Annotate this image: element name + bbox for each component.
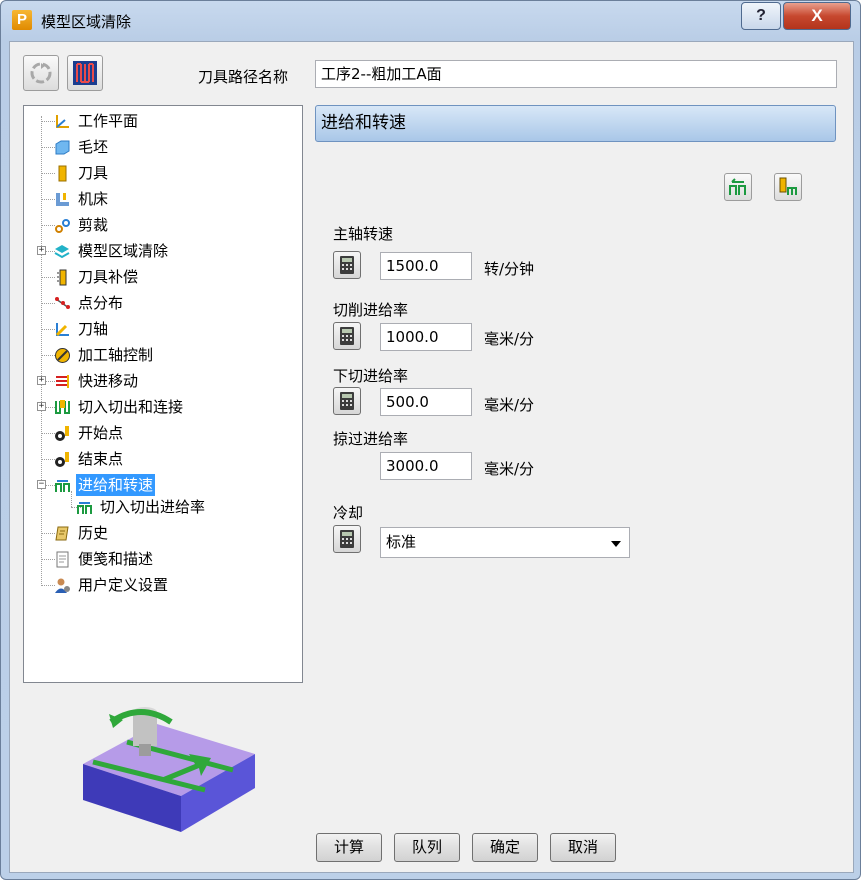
calculator-icon[interactable]	[333, 322, 361, 350]
tree-item-feeds-speeds[interactable]: 进给和转速	[54, 474, 156, 496]
user-settings-icon	[54, 577, 71, 594]
tree-item-axis-control[interactable]: 加工轴控制	[54, 344, 155, 366]
window-title: 模型区域清除	[41, 13, 132, 31]
section-header: 进给和转速	[315, 105, 836, 142]
tool-axis-icon	[54, 321, 71, 338]
lead-feed-icon	[76, 499, 93, 516]
coolant-label: 冷却	[333, 504, 364, 522]
strategy-preview-image	[65, 682, 265, 842]
cutting-feed-input[interactable]: 1000.0	[380, 323, 472, 351]
tree-item-history[interactable]: 历史	[54, 522, 110, 544]
tree-item-tool-axis[interactable]: 刀轴	[54, 318, 110, 340]
tree-item-machine[interactable]: 机床	[54, 188, 110, 210]
skim-feed-unit: 毫米/分	[484, 460, 535, 478]
tree-item-lead-feed[interactable]: 切入切出进给率	[76, 496, 207, 518]
ok-button[interactable]: 确定	[472, 833, 538, 862]
tree-item-leads-links[interactable]: 切入切出和连接	[54, 396, 185, 418]
workplane-icon	[54, 113, 71, 130]
machine-icon	[54, 191, 71, 208]
toolpath-pattern-icon[interactable]	[67, 55, 103, 91]
expand-leads-icon[interactable]: +	[37, 402, 46, 411]
collapse-feeds-icon[interactable]: −	[37, 480, 46, 489]
spindle-speed-label: 主轴转速	[333, 225, 394, 243]
calculator-icon[interactable]	[333, 525, 361, 553]
end-point-icon	[54, 451, 71, 468]
help-button[interactable]: ?	[741, 2, 781, 30]
toolpath-name-label: 刀具路径名称	[198, 68, 289, 86]
title-bar: P 模型区域清除 ? X	[1, 1, 860, 41]
expand-area-clear-icon[interactable]: +	[37, 246, 46, 255]
area-clear-icon	[54, 243, 71, 260]
expand-rapid-icon[interactable]: +	[37, 376, 46, 385]
tree-item-area-clear[interactable]: 模型区域清除	[54, 240, 170, 262]
feeds-reset-icon[interactable]	[724, 173, 752, 201]
tool-comp-icon	[54, 269, 71, 286]
plunge-feed-unit: 毫米/分	[484, 396, 535, 414]
tree-item-workplane[interactable]: 工作平面	[54, 110, 140, 132]
calculator-icon[interactable]	[333, 251, 361, 279]
plunge-feed-label: 下切进给率	[333, 367, 409, 385]
trim-icon	[54, 217, 71, 234]
tree-item-rapid-move[interactable]: 快进移动	[54, 370, 140, 392]
notes-icon	[54, 551, 71, 568]
feeds-speeds-icon	[54, 477, 71, 494]
powermill-app-icon: P	[12, 10, 32, 30]
tree-item-trim[interactable]: 剪裁	[54, 214, 110, 236]
feeds-from-tool-icon[interactable]	[774, 173, 802, 201]
calculator-icon[interactable]	[333, 387, 361, 415]
tree-item-start-point[interactable]: 开始点	[54, 422, 125, 444]
tree-item-notes[interactable]: 便笺和描述	[54, 548, 155, 570]
queue-button[interactable]: 队列	[394, 833, 460, 862]
settings-tree: 工作平面 毛坯 刀具 机床 剪裁 + 模型区域清除 刀具补偿 点分布 刀轴 加工…	[23, 105, 303, 683]
point-dist-icon	[54, 295, 71, 312]
spindle-speed-input[interactable]: 1500.0	[380, 252, 472, 280]
cutting-feed-label: 切削进给率	[333, 301, 409, 319]
tree-item-tool-comp[interactable]: 刀具补偿	[54, 266, 140, 288]
tree-item-end-point[interactable]: 结束点	[54, 448, 125, 470]
calculate-button[interactable]: 计算	[316, 833, 382, 862]
plunge-feed-input[interactable]: 500.0	[380, 388, 472, 416]
cutting-feed-unit: 毫米/分	[484, 330, 535, 348]
dialog-window: P 模型区域清除 ? X 刀具路径名称 工序2--粗加工A面 工作平面 毛坯 刀…	[0, 0, 861, 880]
recycle-icon[interactable]	[23, 55, 59, 91]
cancel-button[interactable]: 取消	[550, 833, 616, 862]
block-icon	[54, 139, 71, 156]
rapid-move-icon	[54, 373, 71, 390]
tree-item-block[interactable]: 毛坯	[54, 136, 110, 158]
tree-item-tool[interactable]: 刀具	[54, 162, 110, 184]
skim-feed-input[interactable]: 3000.0	[380, 452, 472, 480]
axis-control-icon	[54, 347, 71, 364]
dialog-client: 刀具路径名称 工序2--粗加工A面 工作平面 毛坯 刀具 机床 剪裁 + 模型区…	[9, 41, 854, 873]
coolant-select[interactable]: 标准	[380, 527, 630, 558]
chevron-down-icon	[611, 541, 621, 547]
tree-item-user-settings[interactable]: 用户定义设置	[54, 574, 170, 596]
coolant-select-value: 标准	[386, 533, 417, 551]
start-point-icon	[54, 425, 71, 442]
close-button[interactable]: X	[783, 2, 851, 30]
skim-feed-label: 掠过进给率	[333, 430, 409, 448]
toolpath-name-input[interactable]: 工序2--粗加工A面	[315, 60, 837, 88]
spindle-speed-unit: 转/分钟	[484, 260, 535, 278]
tree-item-point-dist[interactable]: 点分布	[54, 292, 125, 314]
tool-icon	[54, 165, 71, 182]
history-icon	[54, 525, 71, 542]
leads-links-icon	[54, 399, 71, 416]
